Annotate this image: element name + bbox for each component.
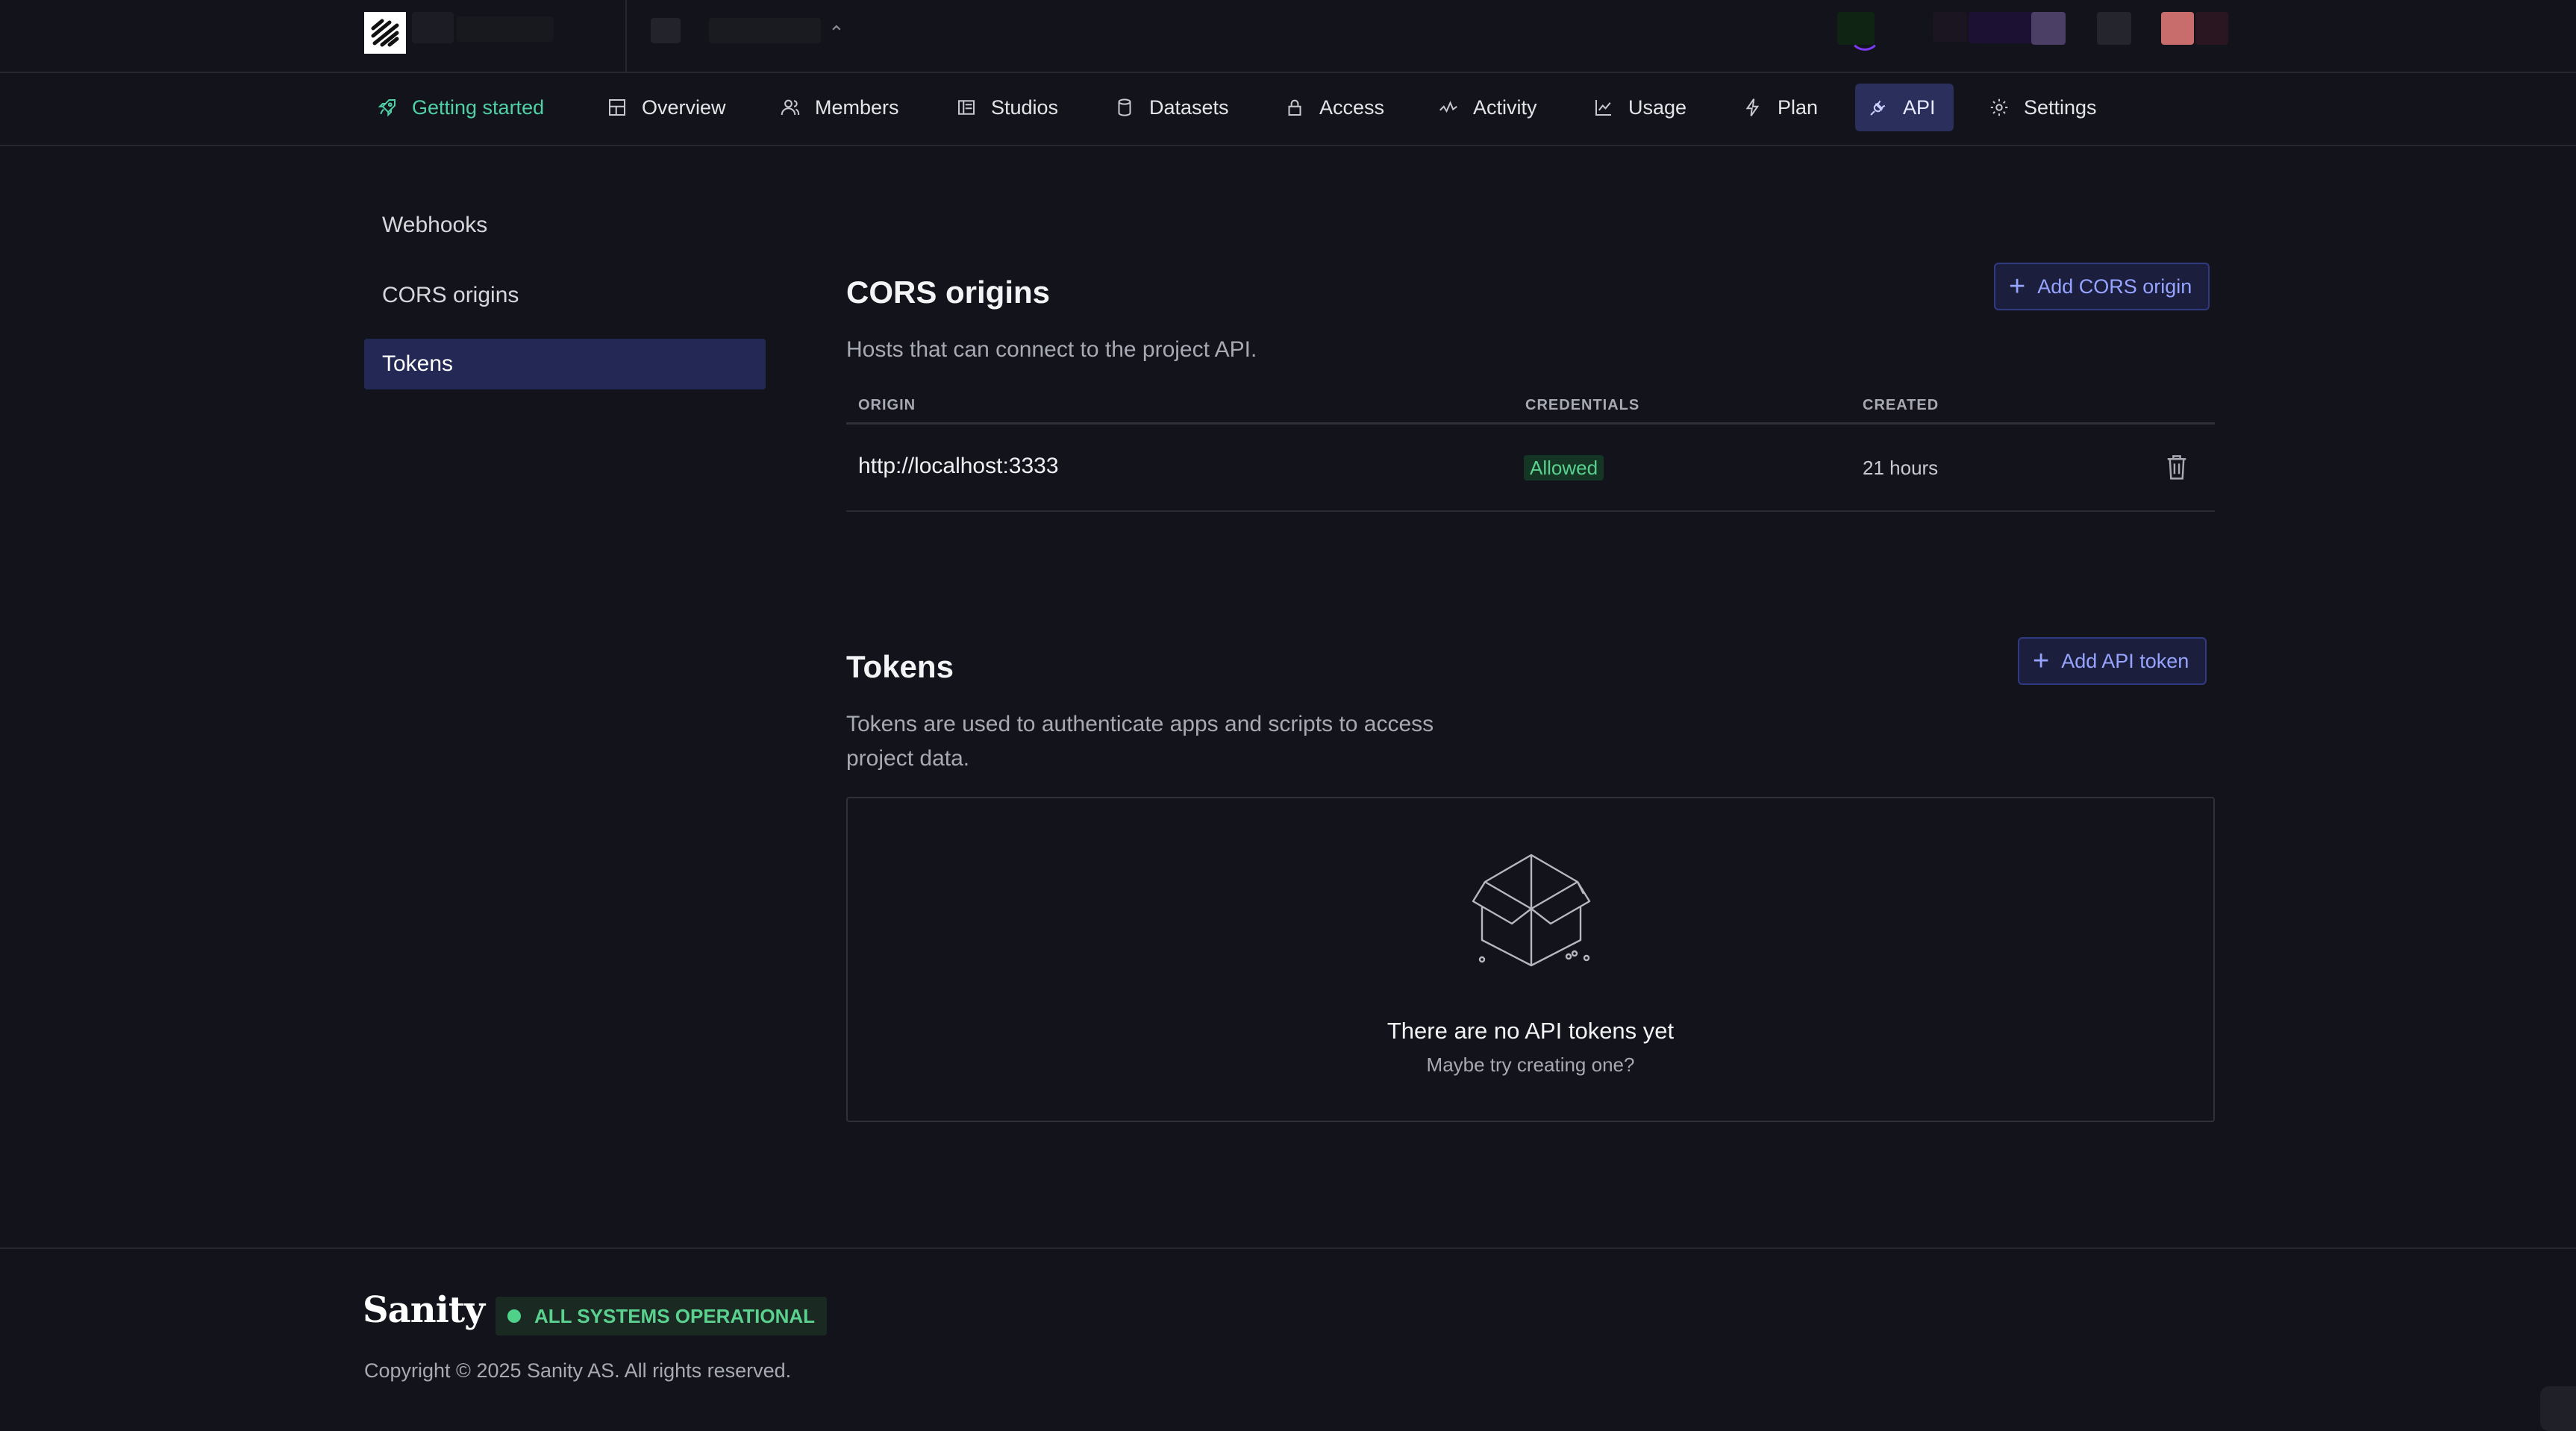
top-bar: ⌃ bbox=[0, 0, 2576, 73]
cors-section-title: CORS origins bbox=[846, 275, 1051, 310]
tab-getting-started[interactable]: Getting started bbox=[364, 84, 559, 131]
redacted-org-name[interactable] bbox=[412, 12, 454, 43]
sidebar-item-cors-origins[interactable]: CORS origins bbox=[364, 270, 766, 321]
tab-label: Studios bbox=[991, 95, 1059, 119]
tab-access[interactable]: Access bbox=[1272, 84, 1399, 131]
redacted-project-name[interactable] bbox=[709, 18, 821, 43]
system-status-label: ALL SYSTEMS OPERATIONAL bbox=[534, 1304, 816, 1327]
organization-logo[interactable] bbox=[364, 12, 406, 54]
add-cors-origin-button[interactable]: + Add CORS origin bbox=[1994, 263, 2210, 310]
tab-label: Getting started bbox=[412, 95, 545, 119]
credentials-badge: Allowed bbox=[1524, 455, 1604, 480]
rocket-icon bbox=[378, 99, 396, 117]
tab-settings[interactable]: Settings bbox=[1976, 84, 2112, 131]
users-icon bbox=[781, 99, 800, 116]
plus-icon: + bbox=[2033, 645, 2050, 677]
loading-spinner-icon bbox=[1849, 19, 1881, 51]
layout-icon bbox=[609, 99, 625, 116]
gear-icon bbox=[1990, 98, 2008, 116]
tab-label: Plan bbox=[1778, 95, 1819, 119]
add-api-token-label: Add API token bbox=[2061, 649, 2189, 672]
tab-label: Access bbox=[1319, 95, 1385, 119]
table-row-divider bbox=[846, 510, 2215, 512]
redacted-org-name-2 bbox=[457, 16, 554, 42]
trash-icon[interactable] bbox=[2163, 452, 2191, 482]
header-divider bbox=[625, 0, 627, 72]
column-header-credentials[interactable]: CREDENTIALS bbox=[1525, 397, 1639, 414]
copyright-text: Copyright © 2025 Sanity AS. All rights r… bbox=[364, 1359, 792, 1382]
tab-plan[interactable]: Plan bbox=[1730, 84, 1833, 131]
chart-icon bbox=[1595, 100, 1611, 116]
plug-icon bbox=[1870, 100, 1886, 116]
tokens-description-line-2: project data. bbox=[846, 746, 970, 771]
tab-studios[interactable]: Studios bbox=[943, 84, 1073, 131]
logo-icon bbox=[371, 19, 399, 47]
sidebar-item-label: Tokens bbox=[382, 351, 454, 376]
empty-state-title: There are no API tokens yet bbox=[1387, 1018, 1675, 1044]
cors-origin-value: http://localhost:3333 bbox=[858, 454, 1059, 478]
project-nav: Getting started Overview Members Studios… bbox=[0, 73, 2576, 146]
table-header-divider bbox=[846, 422, 2215, 425]
redacted-project-avatar[interactable] bbox=[651, 18, 681, 43]
sidebar-item-tokens[interactable]: Tokens bbox=[364, 339, 766, 389]
help-widget-button[interactable] bbox=[2540, 1386, 2576, 1431]
sanity-logo[interactable]: Sanity bbox=[363, 1289, 485, 1331]
column-header-created[interactable]: CREATED bbox=[1863, 397, 1939, 414]
sidebar-item-webhooks[interactable]: Webhooks bbox=[364, 200, 766, 251]
tab-label: Members bbox=[815, 95, 899, 119]
footer-divider bbox=[0, 1247, 2576, 1249]
empty-state-subtitle: Maybe try creating one? bbox=[1426, 1053, 1635, 1076]
tab-datasets[interactable]: Datasets bbox=[1101, 84, 1244, 131]
tokens-section-title: Tokens bbox=[846, 649, 954, 684]
redacted-header-item-3[interactable] bbox=[1969, 12, 2036, 43]
plus-icon: + bbox=[2009, 271, 2026, 302]
tab-label: Settings bbox=[2024, 95, 2097, 119]
redacted-header-item-5[interactable] bbox=[2097, 12, 2131, 45]
tab-label: API bbox=[1903, 95, 1936, 119]
system-status-badge[interactable]: ALL SYSTEMS OPERATIONAL bbox=[495, 1297, 828, 1336]
tab-members[interactable]: Members bbox=[767, 84, 914, 131]
database-icon bbox=[1118, 98, 1131, 116]
sidebar-item-label: Webhooks bbox=[382, 213, 488, 237]
activity-icon bbox=[1439, 101, 1457, 113]
tokens-description-line-1: Tokens are used to authenticate apps and… bbox=[846, 712, 1434, 736]
tab-overview[interactable]: Overview bbox=[594, 84, 741, 131]
tab-usage[interactable]: Usage bbox=[1581, 84, 1701, 131]
tab-label: Usage bbox=[1628, 95, 1687, 119]
redacted-header-item-2[interactable] bbox=[1933, 12, 1967, 42]
tab-label: Overview bbox=[642, 95, 726, 119]
user-avatar[interactable] bbox=[2161, 12, 2194, 45]
lock-icon bbox=[1288, 99, 1301, 116]
tab-label: Activity bbox=[1473, 95, 1537, 119]
tab-api[interactable]: API bbox=[1855, 84, 1954, 131]
sidebar-item-label: CORS origins bbox=[382, 283, 519, 307]
tab-activity[interactable]: Activity bbox=[1425, 84, 1552, 131]
column-header-origin[interactable]: ORIGIN bbox=[858, 397, 916, 414]
status-dot-icon bbox=[507, 1309, 521, 1323]
project-switcher-chevron-icon[interactable]: ⌃ bbox=[828, 18, 845, 48]
redacted-header-item-4[interactable] bbox=[2031, 12, 2066, 45]
redacted-header-item-6[interactable] bbox=[2195, 12, 2228, 45]
studio-icon bbox=[958, 100, 975, 115]
bolt-icon bbox=[1745, 98, 1760, 116]
add-api-token-button[interactable]: + Add API token bbox=[2018, 637, 2207, 685]
created-value: 21 hours bbox=[1863, 457, 1939, 479]
tab-label: Datasets bbox=[1149, 95, 1229, 119]
add-cors-origin-label: Add CORS origin bbox=[2037, 275, 2192, 298]
cors-section-description: Hosts that can connect to the project AP… bbox=[846, 337, 1257, 362]
empty-box-icon bbox=[1472, 854, 1591, 967]
